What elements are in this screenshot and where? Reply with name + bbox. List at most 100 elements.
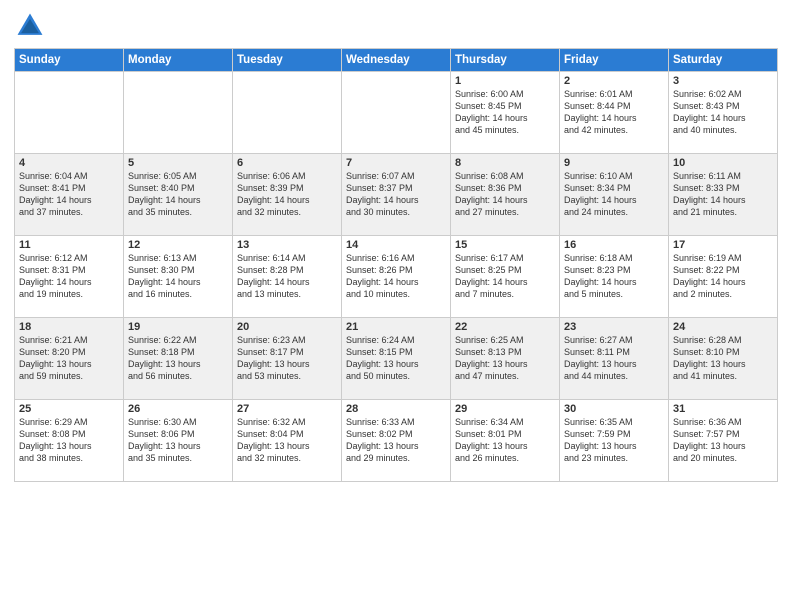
day-number: 18 [19, 321, 119, 333]
day-info: Sunrise: 6:23 AM Sunset: 8:17 PM Dayligh… [237, 334, 337, 383]
weekday-header-monday: Monday [124, 49, 233, 72]
day-number: 8 [455, 157, 555, 169]
day-number: 27 [237, 403, 337, 415]
calendar-cell: 13Sunrise: 6:14 AM Sunset: 8:28 PM Dayli… [233, 236, 342, 318]
day-info: Sunrise: 6:13 AM Sunset: 8:30 PM Dayligh… [128, 252, 228, 301]
calendar-cell: 10Sunrise: 6:11 AM Sunset: 8:33 PM Dayli… [669, 154, 778, 236]
calendar-cell: 6Sunrise: 6:06 AM Sunset: 8:39 PM Daylig… [233, 154, 342, 236]
weekday-header-saturday: Saturday [669, 49, 778, 72]
day-info: Sunrise: 6:27 AM Sunset: 8:11 PM Dayligh… [564, 334, 664, 383]
day-info: Sunrise: 6:25 AM Sunset: 8:13 PM Dayligh… [455, 334, 555, 383]
weekday-header-tuesday: Tuesday [233, 49, 342, 72]
calendar-cell: 8Sunrise: 6:08 AM Sunset: 8:36 PM Daylig… [451, 154, 560, 236]
day-info: Sunrise: 6:18 AM Sunset: 8:23 PM Dayligh… [564, 252, 664, 301]
day-number: 31 [673, 403, 773, 415]
header [14, 10, 778, 42]
weekday-header-wednesday: Wednesday [342, 49, 451, 72]
calendar-cell: 27Sunrise: 6:32 AM Sunset: 8:04 PM Dayli… [233, 400, 342, 482]
day-info: Sunrise: 6:19 AM Sunset: 8:22 PM Dayligh… [673, 252, 773, 301]
day-info: Sunrise: 6:16 AM Sunset: 8:26 PM Dayligh… [346, 252, 446, 301]
day-number: 19 [128, 321, 228, 333]
day-info: Sunrise: 6:06 AM Sunset: 8:39 PM Dayligh… [237, 170, 337, 219]
calendar-cell: 23Sunrise: 6:27 AM Sunset: 8:11 PM Dayli… [560, 318, 669, 400]
day-info: Sunrise: 6:24 AM Sunset: 8:15 PM Dayligh… [346, 334, 446, 383]
day-info: Sunrise: 6:04 AM Sunset: 8:41 PM Dayligh… [19, 170, 119, 219]
week-row-3: 11Sunrise: 6:12 AM Sunset: 8:31 PM Dayli… [15, 236, 778, 318]
calendar-cell: 18Sunrise: 6:21 AM Sunset: 8:20 PM Dayli… [15, 318, 124, 400]
calendar-cell: 12Sunrise: 6:13 AM Sunset: 8:30 PM Dayli… [124, 236, 233, 318]
day-number: 25 [19, 403, 119, 415]
week-row-4: 18Sunrise: 6:21 AM Sunset: 8:20 PM Dayli… [15, 318, 778, 400]
calendar-cell: 11Sunrise: 6:12 AM Sunset: 8:31 PM Dayli… [15, 236, 124, 318]
day-number: 11 [19, 239, 119, 251]
day-number: 13 [237, 239, 337, 251]
calendar-cell: 29Sunrise: 6:34 AM Sunset: 8:01 PM Dayli… [451, 400, 560, 482]
week-row-1: 1Sunrise: 6:00 AM Sunset: 8:45 PM Daylig… [15, 72, 778, 154]
calendar-cell: 5Sunrise: 6:05 AM Sunset: 8:40 PM Daylig… [124, 154, 233, 236]
week-row-5: 25Sunrise: 6:29 AM Sunset: 8:08 PM Dayli… [15, 400, 778, 482]
calendar-cell: 21Sunrise: 6:24 AM Sunset: 8:15 PM Dayli… [342, 318, 451, 400]
day-number: 12 [128, 239, 228, 251]
day-number: 28 [346, 403, 446, 415]
calendar-cell: 4Sunrise: 6:04 AM Sunset: 8:41 PM Daylig… [15, 154, 124, 236]
day-number: 17 [673, 239, 773, 251]
day-number: 4 [19, 157, 119, 169]
day-info: Sunrise: 6:02 AM Sunset: 8:43 PM Dayligh… [673, 88, 773, 137]
weekday-header-sunday: Sunday [15, 49, 124, 72]
day-number: 2 [564, 75, 664, 87]
day-info: Sunrise: 6:34 AM Sunset: 8:01 PM Dayligh… [455, 416, 555, 465]
logo [14, 10, 50, 42]
day-info: Sunrise: 6:36 AM Sunset: 7:57 PM Dayligh… [673, 416, 773, 465]
calendar-cell: 24Sunrise: 6:28 AM Sunset: 8:10 PM Dayli… [669, 318, 778, 400]
day-info: Sunrise: 6:33 AM Sunset: 8:02 PM Dayligh… [346, 416, 446, 465]
calendar-cell: 19Sunrise: 6:22 AM Sunset: 8:18 PM Dayli… [124, 318, 233, 400]
day-number: 3 [673, 75, 773, 87]
day-info: Sunrise: 6:07 AM Sunset: 8:37 PM Dayligh… [346, 170, 446, 219]
day-number: 30 [564, 403, 664, 415]
day-number: 9 [564, 157, 664, 169]
day-info: Sunrise: 6:01 AM Sunset: 8:44 PM Dayligh… [564, 88, 664, 137]
day-info: Sunrise: 6:30 AM Sunset: 8:06 PM Dayligh… [128, 416, 228, 465]
calendar-cell: 3Sunrise: 6:02 AM Sunset: 8:43 PM Daylig… [669, 72, 778, 154]
day-number: 7 [346, 157, 446, 169]
calendar-cell: 9Sunrise: 6:10 AM Sunset: 8:34 PM Daylig… [560, 154, 669, 236]
calendar-cell [124, 72, 233, 154]
day-info: Sunrise: 6:17 AM Sunset: 8:25 PM Dayligh… [455, 252, 555, 301]
weekday-header-row: SundayMondayTuesdayWednesdayThursdayFrid… [15, 49, 778, 72]
weekday-header-friday: Friday [560, 49, 669, 72]
day-number: 20 [237, 321, 337, 333]
day-info: Sunrise: 6:08 AM Sunset: 8:36 PM Dayligh… [455, 170, 555, 219]
day-info: Sunrise: 6:32 AM Sunset: 8:04 PM Dayligh… [237, 416, 337, 465]
day-info: Sunrise: 6:28 AM Sunset: 8:10 PM Dayligh… [673, 334, 773, 383]
day-info: Sunrise: 6:11 AM Sunset: 8:33 PM Dayligh… [673, 170, 773, 219]
day-number: 22 [455, 321, 555, 333]
day-number: 23 [564, 321, 664, 333]
day-number: 14 [346, 239, 446, 251]
day-info: Sunrise: 6:05 AM Sunset: 8:40 PM Dayligh… [128, 170, 228, 219]
calendar-cell: 2Sunrise: 6:01 AM Sunset: 8:44 PM Daylig… [560, 72, 669, 154]
day-number: 15 [455, 239, 555, 251]
calendar-cell: 30Sunrise: 6:35 AM Sunset: 7:59 PM Dayli… [560, 400, 669, 482]
day-info: Sunrise: 6:22 AM Sunset: 8:18 PM Dayligh… [128, 334, 228, 383]
calendar-cell: 16Sunrise: 6:18 AM Sunset: 8:23 PM Dayli… [560, 236, 669, 318]
day-info: Sunrise: 6:12 AM Sunset: 8:31 PM Dayligh… [19, 252, 119, 301]
page: SundayMondayTuesdayWednesdayThursdayFrid… [0, 0, 792, 612]
day-info: Sunrise: 6:10 AM Sunset: 8:34 PM Dayligh… [564, 170, 664, 219]
calendar-cell: 25Sunrise: 6:29 AM Sunset: 8:08 PM Dayli… [15, 400, 124, 482]
logo-icon [14, 10, 46, 42]
day-info: Sunrise: 6:29 AM Sunset: 8:08 PM Dayligh… [19, 416, 119, 465]
calendar-cell: 7Sunrise: 6:07 AM Sunset: 8:37 PM Daylig… [342, 154, 451, 236]
day-number: 6 [237, 157, 337, 169]
day-number: 5 [128, 157, 228, 169]
weekday-header-thursday: Thursday [451, 49, 560, 72]
day-number: 16 [564, 239, 664, 251]
day-number: 21 [346, 321, 446, 333]
calendar-cell: 1Sunrise: 6:00 AM Sunset: 8:45 PM Daylig… [451, 72, 560, 154]
calendar-cell [15, 72, 124, 154]
calendar-cell [233, 72, 342, 154]
day-number: 10 [673, 157, 773, 169]
calendar-cell [342, 72, 451, 154]
calendar-cell: 17Sunrise: 6:19 AM Sunset: 8:22 PM Dayli… [669, 236, 778, 318]
calendar-cell: 14Sunrise: 6:16 AM Sunset: 8:26 PM Dayli… [342, 236, 451, 318]
day-number: 26 [128, 403, 228, 415]
